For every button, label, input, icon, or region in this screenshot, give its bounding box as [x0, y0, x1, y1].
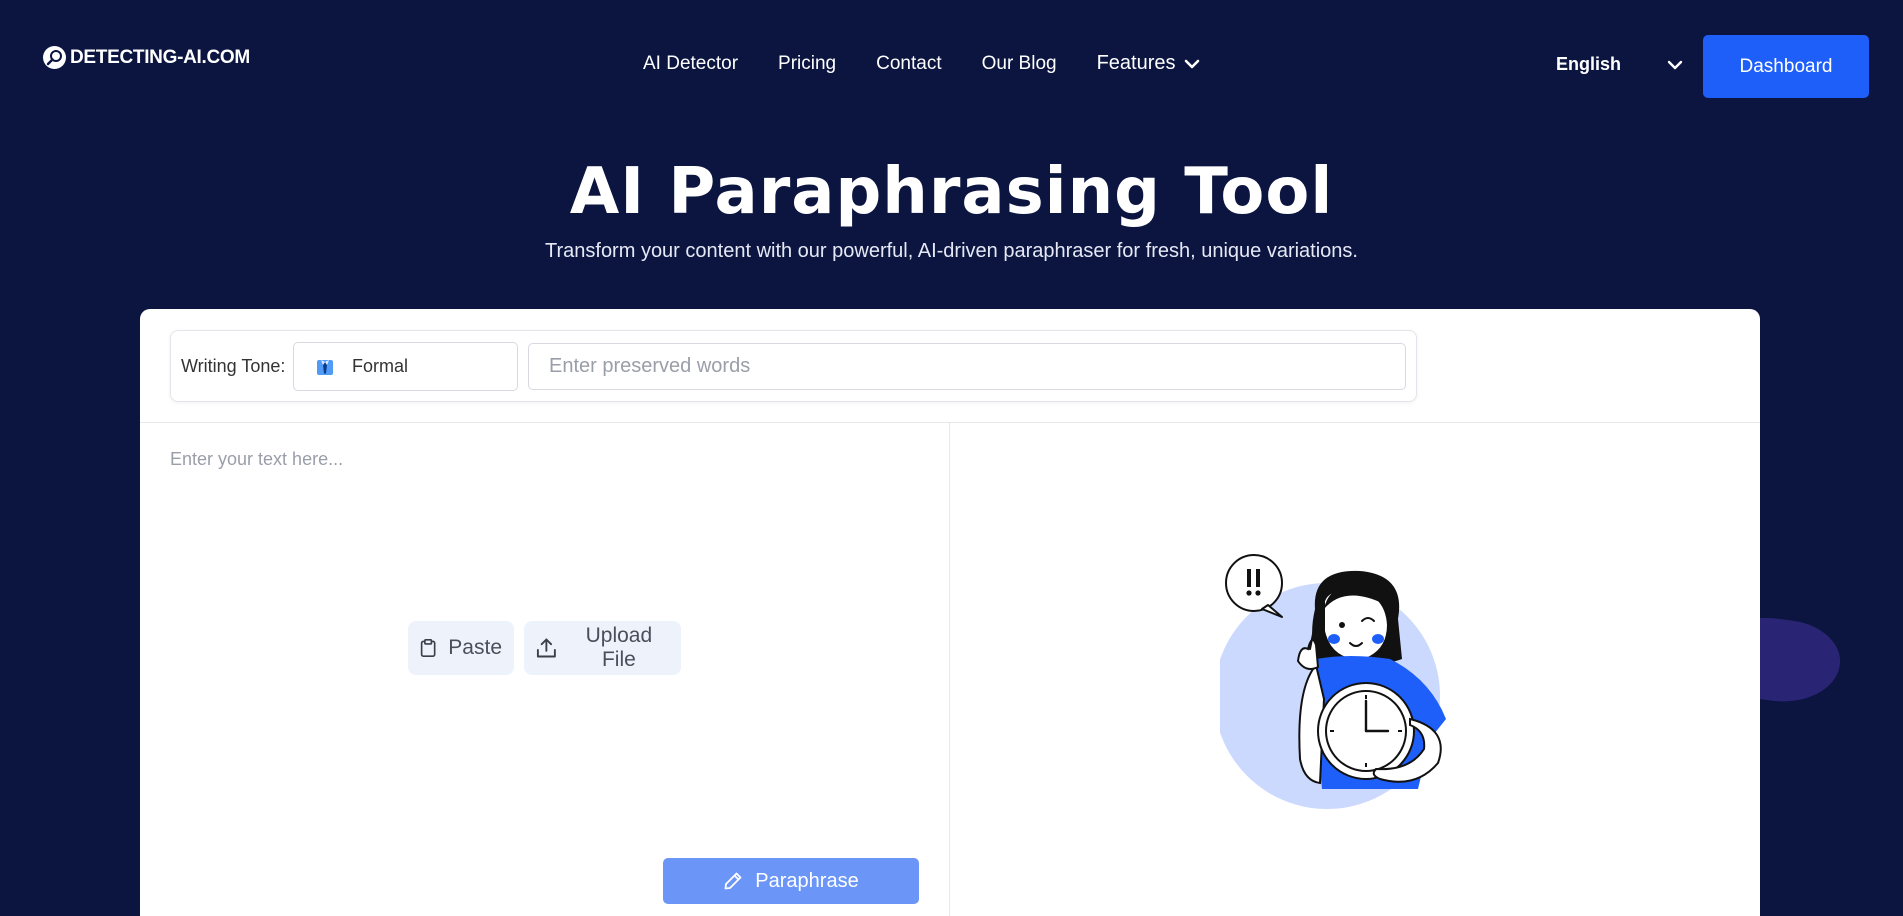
nav-item-contact[interactable]: Contact	[876, 52, 941, 75]
chevron-down-icon	[1184, 59, 1199, 68]
upload-icon	[536, 638, 556, 658]
language-selector[interactable]: English	[1556, 54, 1683, 75]
divider-horizontal	[140, 422, 1760, 423]
pencil-icon	[724, 872, 742, 890]
main-nav: AI Detector Pricing Contact Our Blog Fea…	[643, 52, 1200, 75]
nav-item-pricing[interactable]: Pricing	[778, 52, 836, 75]
nav-item-features[interactable]: Features	[1097, 52, 1200, 75]
nav-item-our-blog[interactable]: Our Blog	[982, 52, 1057, 75]
dashboard-button[interactable]: Dashboard	[1703, 35, 1869, 98]
magnifier-icon	[43, 46, 66, 69]
paraphrase-button[interactable]: Paraphrase	[663, 858, 919, 904]
divider-vertical	[949, 423, 950, 916]
writing-tone-select[interactable]: Formal	[293, 342, 518, 391]
girl-with-clock-illustration	[1220, 554, 1446, 809]
chevron-down-icon	[1667, 60, 1683, 69]
page-subtitle: Transform your content with our powerful…	[545, 240, 1358, 262]
writing-tone-label: Writing Tone:	[181, 356, 286, 376]
input-text-area[interactable]	[170, 449, 930, 749]
paraphraser-card: Writing Tone: Formal Paste Upload File	[140, 309, 1760, 916]
paste-button[interactable]: Paste	[408, 621, 514, 675]
clock-icon	[1317, 682, 1415, 780]
site-header: DETECTING-AI.COM AI Detector Pricing Con…	[0, 0, 1903, 130]
logo[interactable]: DETECTING-AI.COM	[43, 46, 250, 69]
necktie-icon	[317, 359, 333, 375]
logo-text: DETECTING-AI.COM	[70, 46, 250, 68]
writing-tone-value: Formal	[352, 356, 409, 376]
page-title: AI Paraphrasing Tool	[569, 155, 1334, 229]
options-toolbar: Writing Tone: Formal	[170, 330, 1417, 402]
paraphrase-label: Paraphrase	[755, 869, 859, 892]
upload-file-button[interactable]: Upload File	[524, 621, 681, 675]
preserved-words-input[interactable]	[528, 343, 1406, 390]
upload-file-label: Upload File	[585, 624, 653, 671]
clipboard-icon	[420, 639, 436, 657]
nav-item-ai-detector[interactable]: AI Detector	[643, 52, 738, 75]
language-label: English	[1556, 54, 1622, 74]
nav-item-features-label: Features	[1096, 52, 1176, 74]
paste-label: Paste	[448, 636, 502, 659]
